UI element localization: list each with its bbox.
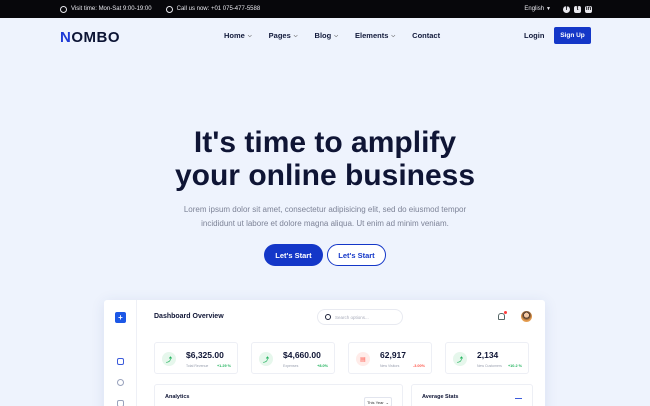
stat-label: New Customers [477, 364, 502, 368]
nav-item-home[interactable]: Home ⌵ [224, 31, 252, 40]
hero-subtitle-line2: incididunt ut labore et dolore magna ali… [201, 219, 449, 228]
dashboard-search-input[interactable]: Search options... [317, 309, 403, 325]
trend-up-icon: ⤴ [453, 352, 467, 366]
search-placeholder: Search options... [335, 314, 369, 320]
search-icon [325, 314, 331, 320]
nav-item-contact[interactable]: Contact [412, 31, 440, 40]
linkedin-icon[interactable]: in [585, 5, 592, 13]
document-icon: ▤ [356, 352, 370, 366]
login-link[interactable]: Login [524, 31, 544, 40]
signup-button[interactable]: Sign Up [554, 27, 591, 44]
stat-change: +10.2 % [507, 364, 522, 368]
stat-value: 62,917 [380, 350, 406, 360]
stat-card-revenue: ⤴ $6,325.00 Total Revenue +1.29 % [154, 342, 238, 374]
nav-item-label[interactable]: Blog [315, 31, 332, 40]
stat-label: Total Revenue [186, 364, 209, 368]
dashboard-sidebar: + [104, 300, 137, 406]
dashboard-logo-icon: + [115, 312, 126, 323]
clock-icon [60, 5, 67, 13]
document-icon[interactable] [117, 400, 124, 406]
dashboard-title: Dashboard Overview [154, 313, 224, 320]
menu-line-icon[interactable] [515, 398, 522, 400]
trend-up-icon: ⤴ [259, 352, 273, 366]
visit-time-text: Visit time: Mon-Sat 9:00-19:00 [71, 6, 152, 12]
stat-change: +8.0% [317, 364, 328, 368]
chart-icon[interactable] [117, 379, 124, 386]
stat-card-customers: ⤴ 2,134 New Customers +10.2 % [445, 342, 529, 374]
chevron-down-icon: ⌵ [293, 32, 298, 39]
topbar-right: English ▼ f t in [524, 0, 592, 18]
chevron-down-icon: ⌵ [334, 32, 339, 39]
visit-time: Visit time: Mon-Sat 9:00-19:00 [60, 5, 152, 13]
nav-item-label[interactable]: Contact [412, 31, 440, 40]
hero-subtitle: Lorem ipsum dolor sit amet, consectetur … [170, 203, 480, 231]
top-info-bar: Visit time: Mon-Sat 9:00-19:00 Call us n… [0, 0, 650, 18]
phone-icon [165, 5, 173, 13]
stat-card-visitors: ▤ 62,917 New Visitors -3.00% [348, 342, 432, 374]
hero-title-line1: It's time to amplify [193, 126, 457, 159]
average-stats-panel: Average Stats [411, 384, 533, 406]
nav-menu: Home ⌵ Pages ⌵ Blog ⌵ Elements ⌵ Contact [224, 31, 440, 40]
lets-start-outline-button[interactable]: Let's Start [327, 244, 386, 266]
stat-label: Expenses [283, 364, 299, 368]
nav-item-pages[interactable]: Pages ⌵ [269, 31, 298, 40]
stat-value: $4,660.00 [283, 350, 321, 360]
stat-label: New Visitors [380, 364, 400, 368]
contact-info: Visit time: Mon-Sat 9:00-19:00 Call us n… [60, 0, 260, 18]
logo-mark: N [60, 29, 72, 46]
caret-down-icon: ▼ [546, 6, 551, 12]
chevron-down-icon: ⌄ [385, 399, 390, 405]
chevron-down-icon: ⌵ [391, 32, 396, 39]
chevron-down-icon: ⌵ [247, 32, 252, 39]
analytics-title: Analytics [165, 394, 190, 400]
nav-item-elements[interactable]: Elements ⌵ [355, 31, 395, 40]
call-us[interactable]: Call us now: +01 075-477-5588 [165, 5, 261, 13]
hero-title: It's time to amplify your online busines… [0, 126, 650, 192]
stat-value: $6,325.00 [186, 350, 224, 360]
bell-icon[interactable] [498, 313, 505, 320]
facebook-icon[interactable]: f [563, 5, 570, 13]
social-links: f t in [563, 5, 592, 13]
twitter-icon[interactable]: t [574, 5, 581, 13]
stat-change: -3.00% [412, 364, 425, 368]
grid-icon[interactable] [117, 358, 124, 365]
language-selector[interactable]: English ▼ [524, 6, 551, 12]
logo-text: OMBO [71, 29, 121, 46]
stat-value: 2,134 [477, 350, 499, 360]
nav-item-label[interactable]: Pages [269, 31, 291, 40]
notification-dot [504, 311, 507, 314]
dashboard-preview: + Dashboard Overview Search options... ⤴… [104, 300, 545, 406]
average-stats-title: Average Stats [422, 394, 459, 400]
language-label[interactable]: English [524, 6, 544, 12]
nav-item-label[interactable]: Home [224, 31, 245, 40]
period-select[interactable]: This Year ⌄ [364, 397, 392, 406]
analytics-panel: Analytics This Year ⌄ [154, 384, 403, 406]
period-select-value[interactable]: This Year [367, 400, 384, 405]
trend-up-icon: ⤴ [162, 352, 176, 366]
main-navbar: N OMBO Home ⌵ Pages ⌵ Blog ⌵ Elements ⌵ Cont… [0, 18, 650, 54]
lets-start-primary-button[interactable]: Let's Start [264, 244, 323, 266]
nav-item-blog[interactable]: Blog ⌵ [315, 31, 338, 40]
stat-card-expenses: ⤴ $4,660.00 Expenses +8.0% [251, 342, 335, 374]
avatar[interactable] [521, 311, 532, 322]
hero-subtitle-line1: Lorem ipsum dolor sit amet, consectetur … [183, 205, 467, 214]
hero-title-line2: your online business [174, 159, 476, 192]
stat-change: +1.29 % [216, 364, 231, 368]
nav-item-label[interactable]: Elements [355, 31, 388, 40]
call-us-text[interactable]: Call us now: +01 075-477-5588 [177, 6, 261, 12]
logo[interactable]: N OMBO [60, 29, 120, 46]
